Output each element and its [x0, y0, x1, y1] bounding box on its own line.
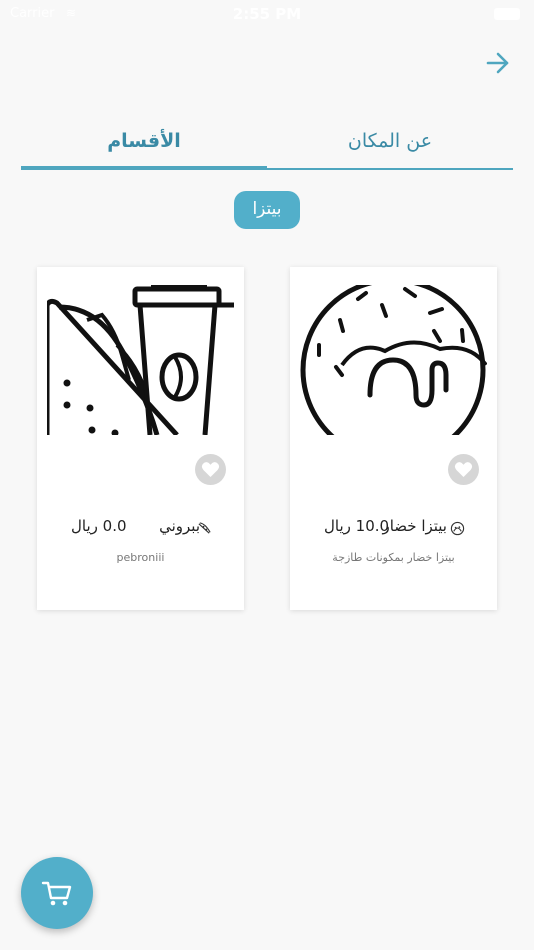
sandwich-coffee-icon — [47, 285, 234, 435]
heart-icon — [454, 462, 473, 478]
tab-about[interactable]: عن المكان — [267, 118, 513, 170]
tab-active-indicator — [21, 166, 267, 170]
product-price: 10.0 ريال — [324, 517, 390, 535]
product-description: pebroniii — [116, 551, 165, 564]
cart-button[interactable] — [21, 857, 93, 929]
tab-bar: عن المكان الأقسام — [21, 118, 513, 170]
donut-icon — [300, 285, 487, 435]
pepperoni-icon — [198, 522, 211, 534]
favorite-button[interactable] — [448, 454, 479, 485]
pizza-icon — [450, 521, 465, 536]
cart-icon — [41, 881, 72, 906]
heart-icon — [201, 462, 220, 478]
battery-icon — [494, 8, 520, 20]
product-card[interactable]: 10.0 ريال بيتزا خضار بيتزا خضار بمكونات … — [290, 267, 497, 610]
product-info-row: 10.0 ريال بيتزا خضار — [290, 517, 497, 539]
product-price: 0.0 ريال — [71, 517, 127, 535]
tab-sections[interactable]: الأقسام — [21, 118, 267, 170]
arrow-right-icon — [486, 52, 509, 74]
product-image — [300, 285, 487, 435]
product-card[interactable]: 0.0 ريال ببروني pebroniii — [37, 267, 244, 610]
product-description: بيتزا خضار بمكونات طازجة — [332, 551, 455, 564]
favorite-button[interactable] — [195, 454, 226, 485]
product-info-row: 0.0 ريال ببروني — [37, 517, 244, 539]
product-name: بيتزا خضار — [382, 517, 447, 535]
product-name: ببروني — [159, 517, 200, 535]
category-chip-pizza[interactable]: بيتزا — [234, 191, 300, 229]
back-button[interactable] — [480, 46, 516, 80]
product-image — [47, 285, 234, 435]
status-bar: Carrier ≋ 2:55 PM — [0, 0, 534, 28]
status-time: 2:55 PM — [232, 5, 302, 23]
